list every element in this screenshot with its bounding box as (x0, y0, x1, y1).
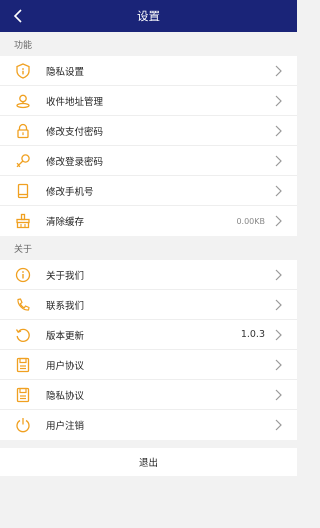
row-label: 修改手机号 (46, 186, 94, 198)
row-label: 修改支付密码 (46, 126, 104, 138)
chevron-left-icon (13, 9, 22, 23)
clear-cache-row[interactable]: 清除缓存 0.00KB (0, 206, 297, 236)
about-us-row[interactable]: 关于我们 (0, 260, 297, 290)
refresh-icon (14, 326, 32, 344)
chevron-right-icon (273, 124, 283, 138)
change-phone-row[interactable]: 修改手机号 (0, 176, 297, 206)
document-icon (14, 386, 32, 404)
chevron-right-icon (273, 388, 283, 402)
change-payment-password-row[interactable]: 修改支付密码 (0, 116, 297, 146)
page-title: 设置 (137, 9, 160, 23)
location-person-icon (14, 92, 32, 110)
chevron-right-icon (273, 154, 283, 168)
address-management-row[interactable]: 收件地址管理 (0, 86, 297, 116)
deactivate-account-row[interactable]: 用户注销 (0, 410, 297, 440)
chevron-right-icon (273, 418, 283, 432)
chevron-right-icon (273, 214, 283, 228)
row-label: 联系我们 (46, 300, 85, 312)
top-nav-bar: 设置 (0, 0, 297, 32)
chevron-right-icon (273, 328, 283, 342)
row-label: 用户协议 (46, 360, 85, 372)
version-value: 1.0.3 (240, 329, 265, 340)
contact-us-row[interactable]: 联系我们 (0, 290, 297, 320)
divider (0, 440, 297, 448)
chevron-right-icon (273, 268, 283, 282)
section-header-functions: 功能 (0, 32, 297, 56)
section-header-about: 关于 (0, 236, 297, 260)
user-agreement-row[interactable]: 用户协议 (0, 350, 297, 380)
broom-icon (14, 212, 32, 230)
lock-icon (14, 122, 32, 140)
privacy-shield-icon (14, 62, 32, 80)
info-icon (14, 266, 32, 284)
row-label: 用户注销 (46, 421, 85, 432)
chevron-right-icon (273, 184, 283, 198)
power-icon (14, 416, 32, 434)
key-icon (14, 152, 32, 170)
chevron-right-icon (273, 94, 283, 108)
cache-size-value: 0.00KB (236, 216, 265, 226)
settings-list-about: 关于我们 联系我们 版本更新 1.0.3 用户协议 隐私协议 用户注销 (0, 260, 297, 440)
row-label: 隐私设置 (46, 66, 85, 78)
row-label: 收件地址管理 (46, 96, 104, 108)
row-label: 修改登录密码 (46, 156, 104, 168)
row-label: 版本更新 (46, 330, 85, 342)
settings-list-functions: 隐私设置 收件地址管理 修改支付密码 修改登录密码 修改手机号 清除缓存 0.0… (0, 56, 297, 236)
row-label: 关于我们 (46, 270, 85, 282)
privacy-settings-row[interactable]: 隐私设置 (0, 56, 297, 86)
chevron-right-icon (273, 298, 283, 312)
chevron-right-icon (273, 64, 283, 78)
row-label: 隐私协议 (46, 390, 85, 402)
back-button[interactable] (8, 6, 28, 26)
row-label: 清除缓存 (46, 217, 85, 228)
version-update-row[interactable]: 版本更新 1.0.3 (0, 320, 297, 350)
document-icon (14, 356, 32, 374)
phone-book-icon (14, 182, 32, 200)
chevron-right-icon (273, 358, 283, 372)
logout-button[interactable]: 退出 (0, 448, 297, 476)
privacy-agreement-row[interactable]: 隐私协议 (0, 380, 297, 410)
phone-call-icon (14, 296, 32, 314)
change-login-password-row[interactable]: 修改登录密码 (0, 146, 297, 176)
